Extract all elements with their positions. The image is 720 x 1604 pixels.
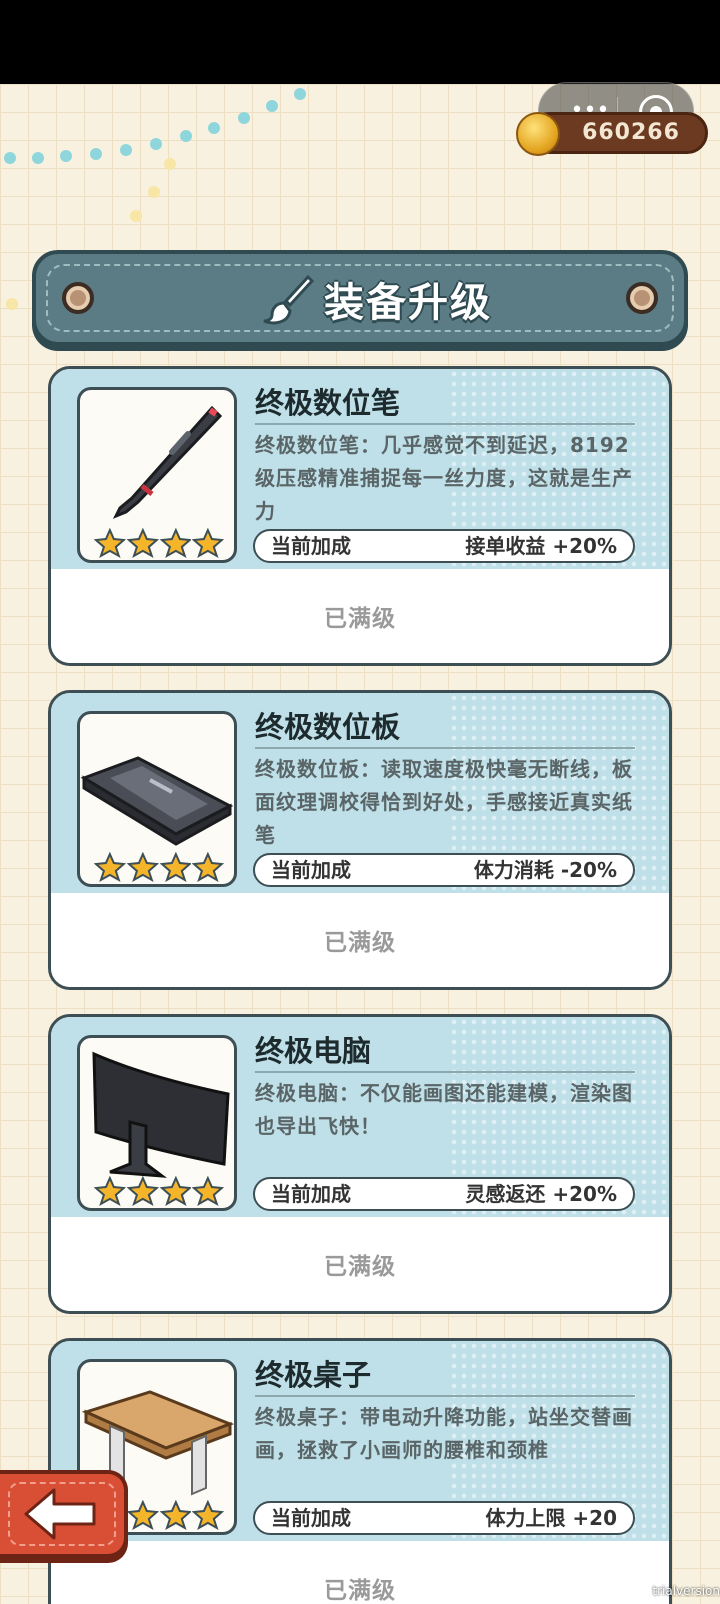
item-name: 终极数位板	[255, 710, 401, 744]
bonus-bar: 当前加成 接单收益 +20%	[253, 529, 635, 563]
star-icon	[192, 852, 224, 882]
digital-pen-icon	[112, 405, 223, 519]
divider	[255, 747, 635, 749]
star-icon	[94, 852, 126, 882]
item-description: 终极电脑：不仅能画图还能建模，渲染图也导出飞快！	[255, 1081, 633, 1138]
divider	[255, 1395, 635, 1397]
bonus-bar: 当前加成 体力上限 +20	[253, 1501, 635, 1535]
item-name: 终极数位笔	[255, 386, 401, 420]
card-footer: 已满级	[51, 1541, 669, 1604]
star-icon	[159, 528, 192, 558]
bonus-label: 当前加成	[271, 534, 351, 558]
paintbrush-icon	[263, 274, 315, 325]
item-description: 终极数位板：读取速度极快毫无断线，板面纹理调校得恰到好处，手感接近真实纸笔	[255, 757, 633, 847]
card-footer: 已满级	[51, 569, 669, 663]
bonus-bar: 当前加成 灵感返还 +20%	[253, 1177, 635, 1211]
max-level-label: 已满级	[324, 606, 396, 632]
bonus-label: 当前加成	[271, 1182, 351, 1206]
coin-count: 660266	[582, 120, 680, 145]
bonus-value: 体力上限 +20	[485, 1506, 617, 1530]
equipment-card: 终极数位板 终极数位板：读取速度极快毫无断线，板面纹理调校得恰到好处，手感接近真…	[48, 690, 672, 990]
bonus-value: 体力消耗 -20%	[473, 858, 617, 882]
drawing-tablet-icon	[80, 756, 234, 846]
back-button[interactable]	[0, 1470, 128, 1558]
item-frame	[77, 1035, 237, 1211]
curved-monitor-icon	[92, 1051, 230, 1178]
item-frame	[77, 387, 237, 563]
equipment-card: 终极桌子 终极桌子：带电动升降功能，站坐交替画画，拯救了小画师的腰椎和颈椎 当前…	[48, 1338, 672, 1604]
rivet-icon	[62, 282, 94, 314]
star-rating	[94, 528, 224, 558]
page-title: 装备升级	[324, 280, 492, 326]
star-icon	[159, 1500, 192, 1530]
divider	[255, 423, 635, 425]
star-icon	[159, 1176, 192, 1206]
item-name: 终极电脑	[255, 1034, 372, 1068]
star-icon	[192, 1500, 224, 1530]
max-level-label: 已满级	[324, 930, 396, 956]
gold-coin-icon	[516, 112, 560, 156]
item-frame	[77, 711, 237, 887]
star-rating	[94, 852, 224, 882]
card-footer: 已满级	[51, 1217, 669, 1311]
item-name: 终极桌子	[255, 1358, 372, 1392]
max-level-label: 已满级	[324, 1254, 396, 1280]
card-footer: 已满级	[51, 893, 669, 987]
bonus-bar: 当前加成 体力消耗 -20%	[253, 853, 635, 887]
star-icon	[159, 852, 192, 882]
title-banner: 装备升级	[32, 250, 688, 346]
star-icon	[126, 1176, 159, 1206]
bonus-label: 当前加成	[271, 1506, 351, 1530]
star-icon	[192, 1176, 224, 1206]
status-bar-area	[0, 0, 720, 84]
bonus-value: 灵感返还 +20%	[465, 1182, 617, 1206]
item-description: 终极数位笔：几乎感觉不到延迟，8192级压感精准捕捉每一丝力度，这就是生产力	[255, 433, 633, 523]
star-icon	[94, 528, 126, 558]
star-icon	[126, 852, 159, 882]
divider	[255, 1071, 635, 1073]
star-icon	[126, 1500, 159, 1530]
trial-watermark: trialversion	[652, 1584, 720, 1598]
item-description: 终极桌子：带电动升降功能，站坐交替画画，拯救了小画师的腰椎和颈椎	[255, 1405, 633, 1462]
equipment-card: 终极数位笔 终极数位笔：几乎感觉不到延迟，8192级压感精准捕捉每一丝力度，这就…	[48, 366, 672, 666]
title-group: 装备升级	[246, 270, 506, 328]
star-rating	[94, 1176, 224, 1206]
back-arrow-icon	[24, 1488, 96, 1540]
rivet-icon	[626, 282, 658, 314]
star-icon	[126, 528, 159, 558]
equipment-card: 终极电脑 终极电脑：不仅能画图还能建模，渲染图也导出飞快！ 当前加成 灵感返还 …	[48, 1014, 672, 1314]
max-level-label: 已满级	[324, 1578, 396, 1604]
star-icon	[192, 528, 224, 558]
bonus-value: 接单收益 +20%	[465, 534, 617, 558]
bonus-label: 当前加成	[271, 858, 351, 882]
star-icon	[94, 1176, 126, 1206]
